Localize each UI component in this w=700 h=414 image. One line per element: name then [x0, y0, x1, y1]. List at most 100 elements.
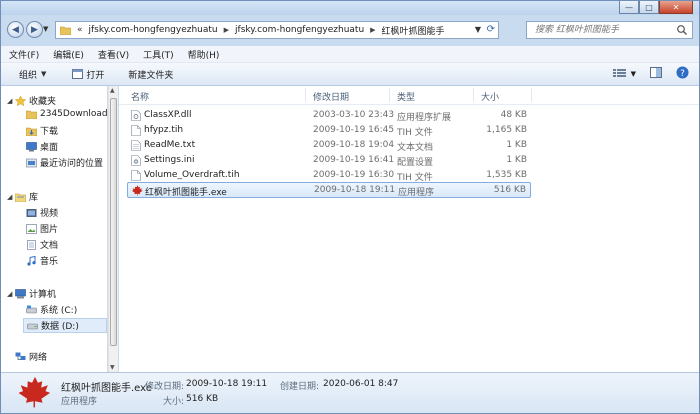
address-dropdown-icon[interactable]: ▼ — [475, 25, 481, 34]
nav-item-label: 桌面 — [40, 143, 59, 153]
file-row[interactable]: Volume_Overdraft.tih 2009-10-19 16:30 TI… — [127, 168, 531, 183]
organize-label: 组织 — [19, 70, 38, 81]
menu-view[interactable]: 查看(V) — [92, 48, 135, 61]
file-row[interactable]: ClassXP.dll 2003-03-10 23:43 应用程序扩展 48 K… — [127, 108, 531, 123]
computer-icon — [15, 288, 26, 299]
file-type: 应用程序扩展 — [397, 113, 452, 123]
collapse-arrow-icon[interactable]: ◢ — [7, 97, 15, 105]
column-divider[interactable] — [389, 88, 390, 102]
back-arrow-icon: ◀ — [12, 24, 19, 35]
nav-item-label: 下载 — [40, 127, 59, 137]
nav-item-label: 系统 (C:) — [40, 306, 78, 316]
file-row[interactable]: hfypz.tih 2009-10-19 16:45 TIH 文件 1,165 … — [127, 123, 531, 138]
nav-item-label: 图片 — [40, 225, 59, 235]
file-date: 2009-10-19 16:30 — [313, 170, 395, 180]
search-icon[interactable] — [676, 24, 688, 36]
forward-button[interactable]: ▶ — [26, 21, 43, 38]
nav-libraries[interactable]: ◢ 库 — [7, 190, 38, 204]
search-box[interactable] — [526, 21, 693, 39]
folder-icon — [26, 109, 37, 119]
back-button[interactable]: ◀ — [7, 21, 24, 38]
view-dropdown-icon[interactable]: ▼ — [631, 70, 636, 78]
maximize-button[interactable]: □ — [639, 1, 659, 14]
refresh-icon[interactable]: ⟳ — [487, 24, 495, 35]
nav-item-label: 2345Downloads — [40, 109, 113, 119]
details-created-label: 创建日期: — [280, 382, 320, 392]
column-divider[interactable] — [473, 88, 474, 102]
nav-favorites[interactable]: ◢ 收藏夹 — [7, 94, 56, 107]
file-date: 2009-10-18 19:11 — [314, 185, 396, 195]
nav-item-downloads[interactable]: 下载 — [26, 124, 58, 137]
file-size: 516 KB — [493, 185, 526, 195]
minimize-button[interactable]: — — [619, 1, 639, 14]
breadcrumb-1[interactable]: jfsky.com-hongfengyezhuatu — [89, 25, 218, 35]
details-type-value: 应用程序 — [61, 397, 98, 407]
help-icon[interactable]: ? — [676, 66, 689, 82]
menu-file[interactable]: 文件(F) — [3, 48, 45, 61]
menu-tools[interactable]: 工具(T) — [137, 48, 180, 61]
nav-item-desktop[interactable]: 桌面 — [26, 140, 58, 153]
details-size-label: 大小: — [163, 397, 185, 407]
nav-item-2345downloads[interactable]: 2345Downloads — [26, 109, 112, 119]
file-size: 1 KB — [506, 155, 527, 165]
preview-pane-icon[interactable] — [650, 67, 662, 81]
open-button[interactable]: 打开 — [72, 68, 104, 81]
scroll-down-icon[interactable]: ▼ — [110, 364, 115, 371]
new-folder-button[interactable]: 新建文件夹 — [128, 68, 173, 81]
scroll-up-icon[interactable]: ▲ — [110, 87, 115, 94]
breadcrumb-separator-icon[interactable]: ▶ — [370, 26, 375, 34]
nav-scrollbar-thumb[interactable] — [110, 98, 117, 346]
svg-text:?: ? — [680, 69, 685, 79]
drive-icon — [27, 321, 38, 331]
ini-file-icon — [131, 155, 141, 166]
nav-item-music[interactable]: 音乐 — [26, 254, 58, 267]
column-divider[interactable] — [531, 88, 532, 102]
collapse-arrow-icon[interactable]: ◢ — [7, 290, 15, 298]
address-bar[interactable]: « jfsky.com-hongfengyezhuatu ▶ jfsky.com… — [55, 21, 499, 39]
file-row[interactable]: ReadMe.txt 2009-10-18 19:04 文本文档 1 KB — [127, 138, 531, 153]
column-divider[interactable] — [305, 88, 306, 102]
file-size: 48 KB — [500, 110, 527, 120]
column-name[interactable]: 名称 — [131, 90, 149, 103]
column-size[interactable]: 大小 — [481, 90, 499, 103]
nav-item-drive-d[interactable]: 数据 (D:) — [23, 318, 107, 333]
file-row[interactable]: Settings.ini 2009-10-19 16:41 配置设置 1 KB — [127, 153, 531, 168]
desktop-icon — [26, 141, 37, 152]
nav-item-videos[interactable]: 视频 — [26, 206, 58, 219]
file-name: hfypz.tih — [144, 125, 184, 135]
file-type: 配置设置 — [397, 158, 434, 168]
navigation-pane: ◢ 收藏夹 2345Downloads 下载 桌面 最近访问的位置 ◢ 库 视频… — [1, 86, 112, 372]
menu-help[interactable]: 帮助(H) — [182, 48, 226, 61]
column-date[interactable]: 修改日期 — [313, 90, 349, 103]
view-options-icon[interactable] — [612, 68, 627, 81]
nav-scrollbar[interactable]: ▲ ▼ — [108, 86, 118, 372]
nav-item-recent-places[interactable]: 最近访问的位置 — [26, 156, 103, 169]
file-date: 2003-03-10 23:43 — [313, 110, 395, 120]
dll-file-icon — [131, 110, 141, 121]
breadcrumb-separator-icon[interactable]: ▶ — [224, 26, 229, 34]
breadcrumb-2[interactable]: jfsky.com-hongfengyezhuatu — [235, 25, 364, 35]
nav-item-label: 数据 (D:) — [41, 322, 79, 332]
nav-item-pictures[interactable]: 图片 — [26, 222, 58, 235]
nav-computer[interactable]: ◢ 计算机 — [7, 287, 56, 300]
explorer-window: — □ ✕ ◀ ▶ ▼ « jfsky.com-hongfengyezhuatu… — [0, 0, 700, 414]
column-type[interactable]: 类型 — [397, 90, 415, 103]
close-button[interactable]: ✕ — [659, 1, 693, 14]
address-overflow-chevron[interactable]: « — [77, 25, 83, 35]
file-row-selected[interactable]: 红枫叶抓图能手.exe 2009-10-18 19:11 应用程序 516 KB — [127, 182, 531, 198]
organize-button[interactable]: 组织 ▼ — [19, 68, 46, 81]
recent-pages-dropdown[interactable]: ▼ — [43, 25, 48, 33]
search-input[interactable] — [533, 24, 677, 36]
generic-file-icon — [131, 170, 141, 181]
view-controls: ▼ ? — [612, 63, 699, 85]
nav-item-documents[interactable]: 文档 — [26, 238, 58, 251]
details-modified-value: 2009-10-18 19:11 — [186, 379, 268, 389]
recent-places-icon — [26, 158, 37, 168]
collapse-arrow-icon[interactable]: ◢ — [7, 193, 15, 201]
nav-item-drive-c[interactable]: 系统 (C:) — [26, 303, 77, 316]
nav-item-label: 文档 — [40, 241, 59, 251]
title-bar[interactable]: — □ ✕ — [1, 1, 699, 15]
breadcrumb-3[interactable]: 红枫叶抓图能手 — [382, 24, 445, 37]
nav-network[interactable]: 网络 — [7, 350, 47, 363]
menu-edit[interactable]: 编辑(E) — [47, 48, 90, 61]
